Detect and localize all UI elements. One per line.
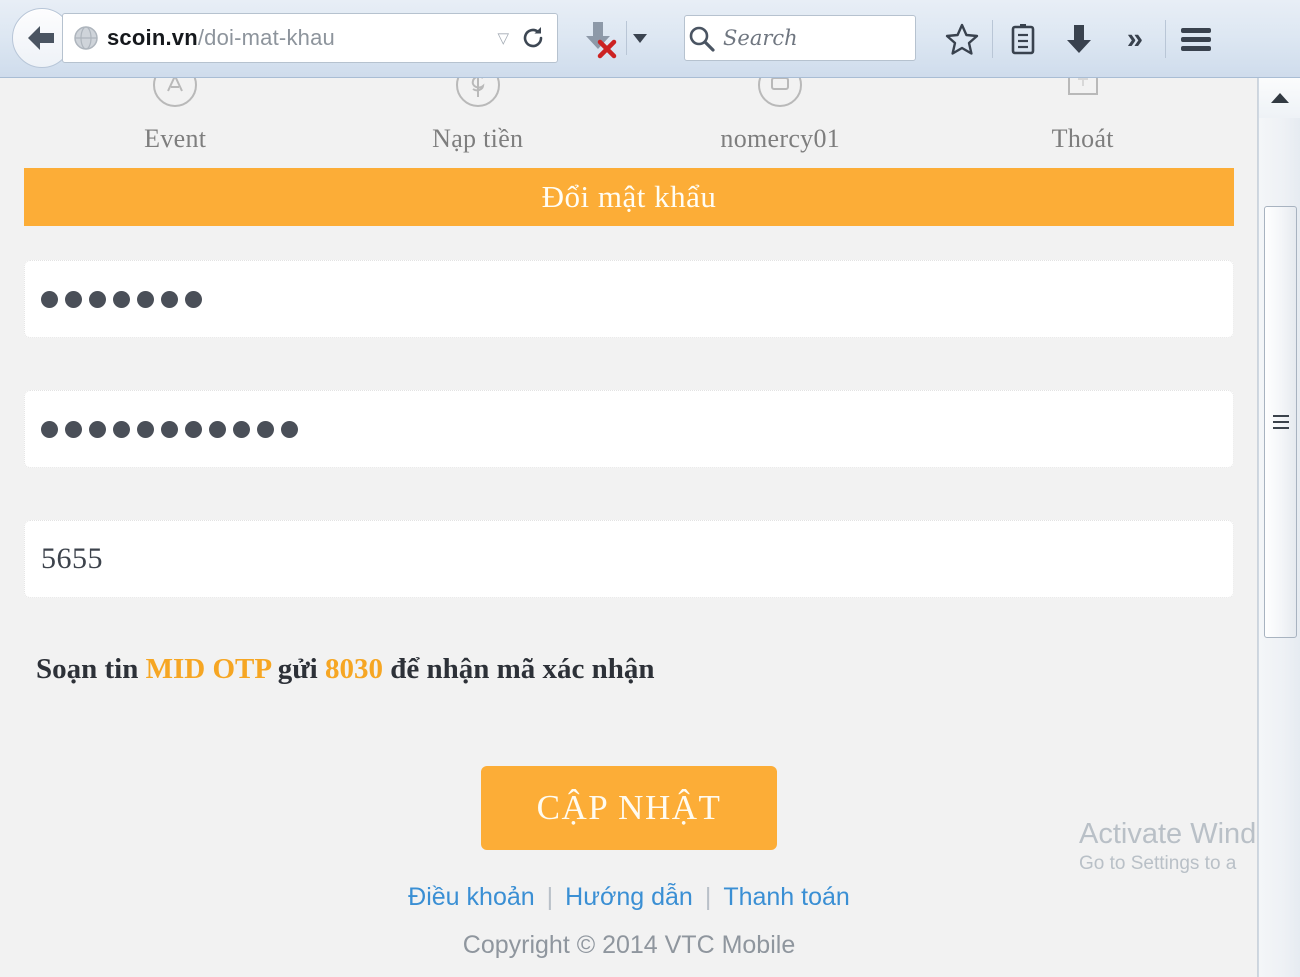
footer-links: Điều khoản | Hướng dẫn | Thanh toán: [0, 883, 1258, 912]
url-domain: scoin.vn: [107, 25, 198, 50]
url-path: /doi-mat-khau: [197, 25, 335, 50]
sms-hint-part2: gửi: [270, 653, 325, 685]
download-button-group[interactable]: [576, 13, 672, 63]
new-password-masked-value: [41, 420, 298, 438]
footer-link-thanh-toan[interactable]: Thanh toán: [723, 883, 850, 911]
page-viewport: Event Nạp tiền nomercy01 Thoát Đổi mật k…: [0, 78, 1300, 977]
chevron-up-icon: [1270, 93, 1289, 103]
nav-item-thoat[interactable]: Thoát: [932, 78, 1235, 160]
otp-input[interactable]: 5655: [24, 520, 1234, 598]
sms-hint-syntax: MID OTP: [145, 653, 271, 685]
download-failed-icon[interactable]: [576, 14, 620, 62]
bookmark-star-icon: [945, 23, 979, 55]
hamburger-menu-button[interactable]: [1168, 13, 1224, 65]
url-dropdown-icon[interactable]: ▽: [497, 29, 509, 47]
old-password-masked-value: [41, 290, 202, 308]
windows-activation-watermark: Activate Wind Go to Settings to a: [1079, 818, 1257, 875]
dollar-circle-icon: [455, 78, 500, 107]
scrollbar-grip-icon: [1272, 411, 1289, 433]
overflow-chevron-icon: »: [1126, 22, 1144, 55]
downloads-button[interactable]: [1051, 13, 1107, 65]
scrollbar-thumb[interactable]: [1264, 206, 1297, 638]
address-bar-text: scoin.vn/doi-mat-khau: [107, 25, 497, 51]
overflow-button[interactable]: »: [1107, 13, 1163, 65]
bookmark-star-button[interactable]: [934, 13, 990, 65]
footer-link-dieu-khoan[interactable]: Điều khoản: [408, 883, 534, 911]
copyright-text: Copyright © 2014 VTC Mobile: [462, 931, 796, 959]
site-nav: Event Nạp tiền nomercy01 Thoát: [24, 78, 1234, 160]
reload-icon[interactable]: [519, 24, 547, 52]
watermark-subtitle: Go to Settings to a: [1079, 853, 1237, 874]
toolbar-divider-2: [1165, 20, 1166, 58]
page-title: Đổi mật khẩu: [541, 179, 717, 214]
sms-hint-part3: để nhận mã xác nhận: [382, 653, 655, 685]
scrollbar-up-button[interactable]: [1259, 78, 1300, 118]
sms-hint-shortcode: 8030: [324, 653, 383, 685]
library-icon: [1011, 24, 1035, 55]
hamburger-menu-icon: [1181, 24, 1211, 55]
browser-toolbar: scoin.vn/doi-mat-khau ▽ Search »: [0, 0, 1300, 78]
footer-link-huong-dan[interactable]: Hướng dẫn: [565, 883, 693, 911]
new-password-input[interactable]: [24, 390, 1234, 468]
footer-separator-2: |: [704, 883, 712, 911]
nav-label-event: Event: [144, 124, 207, 153]
search-box[interactable]: Search: [684, 15, 916, 61]
chevron-down-icon[interactable]: [633, 33, 647, 43]
footer-separator-1: |: [546, 883, 554, 911]
page-scrollbar[interactable]: [1258, 78, 1300, 977]
nav-item-event[interactable]: Event: [24, 78, 327, 160]
search-icon: [689, 26, 715, 52]
toolbar-separator: [626, 21, 627, 55]
nav-item-nap-tien[interactable]: Nạp tiền: [327, 78, 630, 160]
sms-instruction: Soạn tin MID OTP gửi 8030 để nhận mã xác…: [36, 653, 655, 686]
back-arrow-icon: [28, 26, 54, 50]
nav-label-nap-tien: Nạp tiền: [432, 124, 524, 153]
nav-label-account: nomercy01: [720, 124, 841, 153]
event-circle-icon: [153, 78, 198, 107]
user-account-circle-icon: [758, 78, 803, 107]
nav-label-thoat: Thoát: [1051, 124, 1114, 153]
exit-door-icon: [1067, 78, 1098, 95]
old-password-input[interactable]: [24, 260, 1234, 338]
otp-input-value: 5655: [41, 542, 103, 575]
address-bar[interactable]: scoin.vn/doi-mat-khau ▽: [62, 13, 558, 63]
sms-hint-part1: Soạn tin: [36, 653, 146, 685]
library-button[interactable]: [995, 13, 1051, 65]
page-content: Event Nạp tiền nomercy01 Thoát Đổi mật k…: [0, 78, 1258, 977]
page-title-bar: Đổi mật khẩu: [24, 168, 1234, 226]
browser-toolbar-icons: »: [934, 13, 1224, 65]
watermark-title: Activate Wind: [1079, 818, 1257, 850]
search-input-placeholder[interactable]: Search: [723, 26, 798, 50]
toolbar-divider: [992, 20, 993, 58]
submit-button[interactable]: CẬP NHẬT: [481, 766, 777, 850]
globe-icon: [74, 26, 98, 50]
download-arrow-icon: [586, 22, 617, 59]
downloads-arrow-icon: [1067, 25, 1091, 53]
nav-item-account[interactable]: nomercy01: [629, 78, 932, 160]
